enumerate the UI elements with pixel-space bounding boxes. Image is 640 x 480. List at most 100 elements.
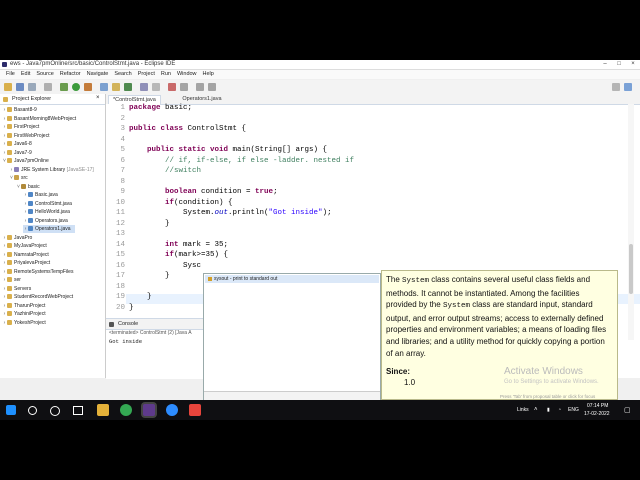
menu-navigate[interactable]: Navigate — [87, 70, 109, 79]
console-icon — [109, 322, 114, 327]
tree-item[interactable]: › BasantMorning8WebProject — [2, 115, 80, 123]
code-line[interactable]: public static void main(String[] args) { — [129, 146, 327, 154]
eclipse-window: ews - Java7pmOnline/src/basic/ControlStm… — [0, 60, 640, 420]
print-icon[interactable] — [44, 83, 52, 91]
code-line[interactable]: public class ControlStmt { — [129, 125, 246, 133]
tree-item[interactable]: › Operators1.java — [23, 225, 75, 233]
tree-item[interactable]: › Java6-8 — [2, 140, 36, 148]
close-icon[interactable]: × — [96, 95, 100, 101]
toggle-mark-icon[interactable] — [168, 83, 176, 91]
code-line[interactable]: } — [129, 304, 134, 312]
tree-item[interactable]: › Basic.java — [23, 191, 62, 199]
back-icon[interactable] — [196, 83, 204, 91]
menu-search[interactable]: Search — [114, 70, 131, 79]
tree-item-label: Java6-8 — [14, 141, 32, 147]
menu-help[interactable]: Help — [203, 70, 214, 79]
content-assist-item-sysout[interactable]: sysout - print to standard out — [205, 275, 379, 283]
tree-item[interactable]: › Operators.java — [23, 217, 72, 225]
code-line[interactable]: boolean condition = true; — [129, 188, 278, 196]
file-explorer-icon[interactable] — [97, 404, 109, 416]
tree-item[interactable]: › TharunProject — [2, 302, 49, 310]
task-view-icon[interactable] — [73, 406, 83, 415]
tree-item[interactable]: › Java7-9 — [2, 149, 36, 157]
tree-item[interactable]: › ControlStmt.java — [23, 200, 76, 208]
tree-item[interactable]: › HelloWorld.java — [23, 208, 74, 216]
menu-run[interactable]: Run — [161, 70, 171, 79]
chrome-icon[interactable] — [120, 404, 132, 416]
javadoc-text-1: The — [386, 275, 400, 284]
tree-item[interactable]: › PriyalevaProject — [2, 259, 54, 267]
run-icon[interactable] — [72, 83, 80, 91]
tree-item[interactable]: › Basant8-9 — [2, 106, 41, 114]
menu-source[interactable]: Source — [36, 70, 53, 79]
java-perspective-icon[interactable] — [624, 83, 632, 91]
code-line[interactable]: if(condition) { — [129, 199, 233, 207]
code-line[interactable]: //switch — [129, 167, 201, 175]
zoom-icon[interactable] — [166, 404, 178, 416]
tree-item[interactable]: › JavaPro — [2, 234, 36, 242]
new-java-project-icon[interactable] — [100, 83, 108, 91]
new-icon[interactable] — [4, 83, 12, 91]
tree-item[interactable]: › MyJavaProject — [2, 242, 51, 250]
maximize-icon[interactable]: □ — [612, 60, 626, 69]
new-package-icon[interactable] — [112, 83, 120, 91]
eclipse-taskbar-icon[interactable] — [143, 404, 155, 416]
debug-icon[interactable] — [60, 83, 68, 91]
code-line[interactable]: // if, if-else, if else -ladder. nested … — [129, 157, 354, 165]
tree-item[interactable]: › FirstWebProject — [2, 132, 53, 140]
clock-date[interactable]: 17-02-2022 — [584, 411, 610, 417]
save-all-icon[interactable] — [28, 83, 36, 91]
chevron-up-icon[interactable]: ˄ — [534, 407, 538, 413]
code-line[interactable]: System.out.println("Got inside"); — [129, 209, 332, 217]
code-line[interactable]: } — [129, 220, 170, 228]
code-line[interactable]: Sysc — [129, 262, 201, 270]
minimize-icon[interactable]: – — [598, 60, 612, 69]
taskbar-links[interactable]: Links — [517, 407, 529, 413]
menu-file[interactable]: File — [6, 70, 15, 79]
content-assist-item-label: sysout - print to standard out — [214, 276, 278, 282]
tree-item[interactable]: › YokeshProject — [2, 319, 50, 327]
save-icon[interactable] — [16, 83, 24, 91]
tree-item[interactable]: › RemoteSystemsTempFiles — [2, 268, 77, 276]
search-icon[interactable] — [28, 406, 37, 415]
code-line[interactable]: int mark = 35; — [129, 241, 228, 249]
perspective-icon[interactable] — [612, 83, 620, 91]
code-line[interactable]: package basic; — [129, 104, 192, 112]
project-explorer-tab[interactable]: Project Explorer × — [0, 94, 105, 105]
wifi-icon[interactable]: ◔ — [558, 407, 561, 413]
cortana-icon[interactable] — [50, 406, 60, 416]
tree-item[interactable]: › NamrataProject — [2, 251, 53, 259]
language-indicator[interactable]: ENG — [568, 407, 579, 413]
menu-window[interactable]: Window — [177, 70, 197, 79]
menu-project[interactable]: Project — [138, 70, 155, 79]
external-tools-icon[interactable] — [84, 83, 92, 91]
editor-tab[interactable]: Operators1.java — [178, 95, 225, 104]
scrollbar-thumb[interactable] — [629, 244, 633, 294]
tree-item[interactable]: › FirstProject — [2, 123, 43, 131]
code-line[interactable]: if(mark>=35) { — [129, 251, 228, 259]
open-type-icon[interactable] — [140, 83, 148, 91]
tree-item[interactable]: › JRE System Library [JavaSE-17] — [9, 166, 98, 174]
next-annotation-icon[interactable] — [180, 83, 188, 91]
tree-item[interactable]: ˅ Java7pmOnline — [2, 157, 53, 165]
menu-refactor[interactable]: Refactor — [60, 70, 81, 79]
clock-time[interactable]: 07:14 PM — [587, 403, 608, 409]
tree-item[interactable]: › StudentRecordWebProject — [2, 293, 77, 301]
windows-start-icon[interactable] — [6, 405, 16, 415]
tree-item[interactable]: ˅ src — [9, 174, 32, 182]
tree-item[interactable]: › Servers — [2, 285, 35, 293]
notifications-icon[interactable]: ▢ — [624, 406, 631, 414]
forward-icon[interactable] — [208, 83, 216, 91]
tree-item[interactable]: › YazhiniProject — [2, 310, 50, 318]
search-icon[interactable] — [152, 83, 160, 91]
new-class-icon[interactable] — [124, 83, 132, 91]
close-icon[interactable]: × — [626, 60, 640, 69]
tree-item[interactable]: › ser — [2, 276, 25, 284]
menu-edit[interactable]: Edit — [21, 70, 30, 79]
code-line[interactable]: } — [129, 272, 170, 280]
tree-item[interactable]: ˅ basic — [16, 183, 44, 191]
battery-icon[interactable]: ▮ — [547, 407, 550, 413]
code-line[interactable]: } — [129, 293, 152, 301]
office-icon[interactable] — [189, 404, 201, 416]
editor-scrollbar[interactable] — [628, 104, 634, 340]
